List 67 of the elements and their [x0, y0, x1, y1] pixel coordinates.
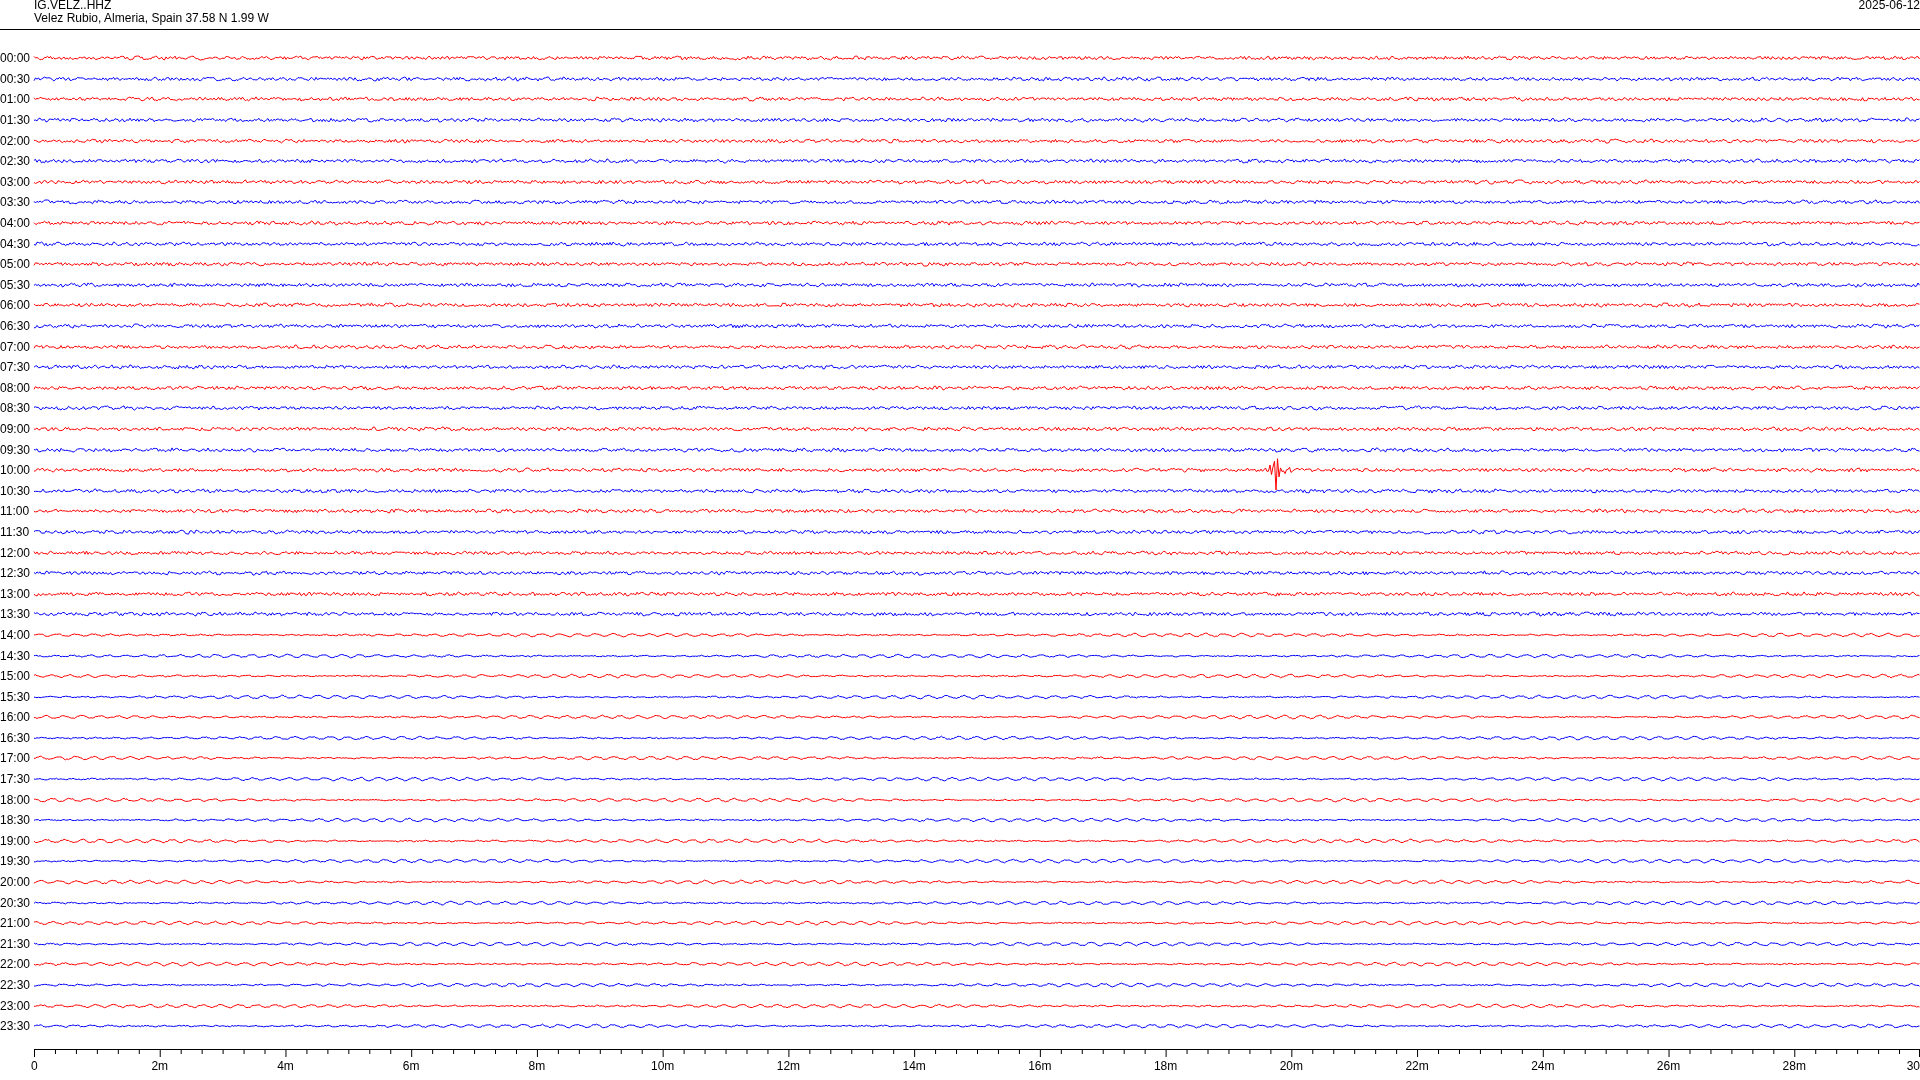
time-label: 13:00	[0, 586, 32, 601]
time-label: 09:30	[0, 442, 32, 457]
time-label: 20:00	[0, 875, 32, 890]
time-label: 01:00	[0, 92, 32, 107]
axis-label: 16m	[1028, 1058, 1052, 1073]
time-label: 03:00	[0, 174, 32, 189]
time-label: 23:00	[0, 998, 32, 1013]
time-label: 01:30	[0, 113, 32, 128]
axis-label: 30	[1906, 1058, 1920, 1073]
time-label: 19:30	[0, 854, 32, 869]
axis-label: 28m	[1782, 1058, 1806, 1073]
time-label: 21:00	[0, 916, 32, 931]
time-label: 17:00	[0, 751, 32, 766]
axis-label: 0	[31, 1058, 38, 1073]
axis-label: 10m	[651, 1058, 675, 1073]
time-label: 04:00	[0, 216, 32, 231]
time-label: 12:00	[0, 545, 32, 560]
time-label: 06:30	[0, 319, 32, 333]
time-label: 08:30	[0, 401, 32, 416]
time-label: 07:30	[0, 360, 32, 375]
axis-label: 26m	[1656, 1058, 1681, 1073]
axis-label: 20m	[1279, 1058, 1303, 1073]
time-label: 12:30	[0, 566, 32, 581]
time-label: 09:00	[0, 422, 32, 436]
station-code: IG.VELZ..HHZ	[34, 0, 113, 12]
time-label: 19:00	[0, 833, 32, 848]
time-label: 02:00	[0, 133, 32, 148]
axis-label: 6m	[402, 1058, 420, 1073]
axis-label: 12m	[776, 1058, 801, 1073]
time-label: 07:00	[0, 339, 32, 354]
time-label: 15:30	[0, 689, 32, 704]
time-label: 11:30	[0, 524, 31, 539]
time-label: 00:00	[0, 51, 32, 66]
time-label: 16:30	[0, 730, 32, 745]
time-label: 17:30	[0, 772, 32, 787]
axis-label: 2m	[151, 1058, 169, 1073]
date-label: 2025-06-12	[1858, 0, 1920, 12]
axis-label: 14m	[902, 1058, 926, 1073]
time-label: 18:00	[0, 792, 32, 807]
time-label: 00:30	[0, 71, 32, 86]
time-label: 18:30	[0, 813, 32, 828]
time-label: 23:30	[0, 1019, 32, 1034]
time-label: 15:00	[0, 669, 32, 684]
time-label: 21:30	[0, 936, 32, 951]
time-label: 04:30	[0, 236, 32, 251]
time-label: 14:00	[0, 627, 32, 642]
time-label: 22:30	[0, 978, 32, 992]
time-label: 13:30	[0, 607, 32, 622]
axis-label: 8m	[528, 1058, 546, 1073]
axis-label: 24m	[1531, 1058, 1555, 1073]
station-location: Velez Rubio, Almeria, Spain 37.58 N 1.99 W	[34, 12, 269, 25]
time-label: 05:00	[0, 257, 32, 272]
time-label: 10:00	[0, 463, 32, 478]
time-label: 06:00	[0, 298, 32, 313]
time-label: 20:30	[0, 895, 32, 910]
time-label: 05:30	[0, 277, 32, 292]
time-label: 03:30	[0, 195, 32, 210]
time-label: 14:30	[0, 648, 32, 663]
time-label: 02:30	[0, 154, 32, 169]
time-label: 08:00	[0, 380, 32, 395]
time-label: 22:00	[0, 957, 32, 972]
time-label: 16:00	[0, 710, 32, 725]
axis-label: 22m	[1405, 1058, 1429, 1073]
axis-label: 18m	[1153, 1058, 1178, 1073]
time-label: 11:00	[0, 504, 31, 519]
axis-label: 4m	[277, 1058, 294, 1073]
time-label: 10:30	[0, 483, 32, 498]
